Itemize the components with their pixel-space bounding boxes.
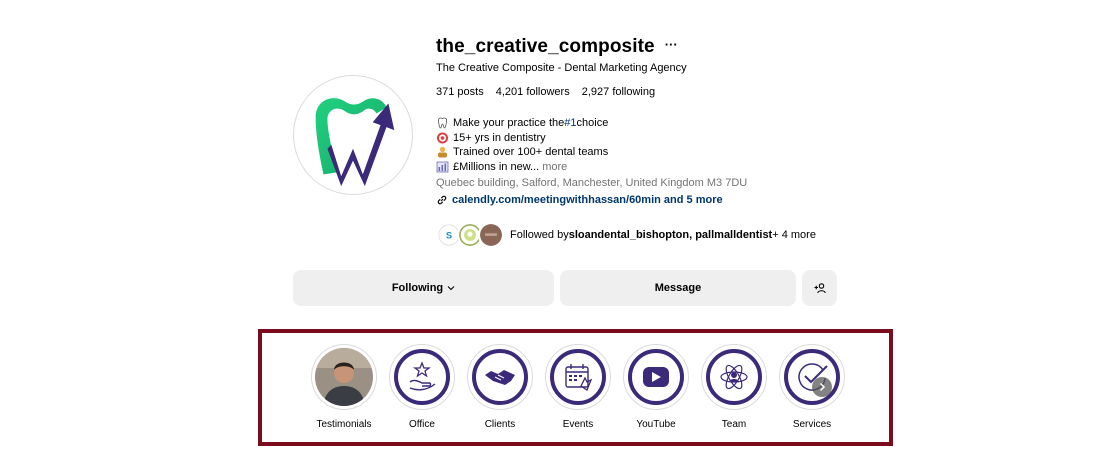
highlight-label: Events xyxy=(562,419,594,430)
bio-line-1-end: choice xyxy=(576,117,609,129)
highlight-team[interactable]: Team xyxy=(695,344,773,430)
following-button-label: Following xyxy=(391,282,444,294)
followers-count[interactable]: 4,201 followers xyxy=(496,86,570,98)
bio-line-4: £Millions in new... xyxy=(453,160,540,173)
suggest-people-button[interactable] xyxy=(802,270,837,306)
bio-line-2: 15+ yrs in dentistry xyxy=(453,131,546,144)
external-link-text: calendly.com/meetingwithhassan/60min and… xyxy=(452,194,723,206)
target-icon xyxy=(437,132,448,144)
hashtag-link[interactable]: #1 xyxy=(564,116,576,131)
ellipsis-icon[interactable]: ··· xyxy=(665,38,678,51)
bio: Make your practice the #1 choice 15+ yrs… xyxy=(436,116,608,174)
posts-count: 371 posts xyxy=(436,86,484,98)
highlight-youtube[interactable]: YouTube xyxy=(617,344,695,430)
highlight-events[interactable]: Events xyxy=(539,344,617,430)
calendar-icon xyxy=(549,348,607,406)
svg-text:S: S xyxy=(446,230,452,240)
hand-star-icon xyxy=(393,348,451,406)
highlight-testimonials[interactable]: Testimonials xyxy=(305,344,383,430)
chart-icon xyxy=(436,161,449,173)
profile-stats: 371 posts 4,201 followers 2,927 followin… xyxy=(436,86,655,98)
follower-avatar xyxy=(478,222,504,248)
highlights-next-button[interactable] xyxy=(812,377,832,397)
youtube-icon xyxy=(627,348,685,406)
bio-more-link[interactable]: more xyxy=(542,160,567,175)
message-button[interactable]: Message xyxy=(560,270,796,306)
message-button-label: Message xyxy=(654,282,702,294)
highlight-label: YouTube xyxy=(636,419,676,430)
bio-line-1: Make your practice the xyxy=(453,117,565,129)
followed-by-more: + 4 more xyxy=(772,229,816,241)
team-icon xyxy=(705,348,763,406)
person-photo xyxy=(315,348,373,406)
username: the_creative_composite xyxy=(436,36,655,57)
chevron-down-icon xyxy=(447,286,455,291)
full-name: The Creative Composite - Dental Marketin… xyxy=(436,62,687,74)
highlight-label: Services xyxy=(792,419,832,430)
profile-avatar[interactable] xyxy=(293,75,413,195)
location: Quebec building, Salford, Manchester, Un… xyxy=(436,177,748,189)
story-highlights: Testimonials Office Clients Events YouTu… xyxy=(305,344,851,430)
followed-by[interactable]: S Followed by sloandental_bishopton, pal… xyxy=(436,222,816,248)
check-badge-icon xyxy=(783,348,841,406)
following-button[interactable]: Following xyxy=(293,270,554,306)
bio-line-3: Trained over 100+ dental teams xyxy=(453,146,609,158)
highlight-label: Office xyxy=(409,419,435,430)
link-icon xyxy=(437,195,447,205)
highlight-office[interactable]: Office xyxy=(383,344,461,430)
highlight-label: Team xyxy=(721,419,747,430)
person-add-icon xyxy=(814,283,826,294)
followed-by-names[interactable]: sloandental_bishopton, pallmalldentist xyxy=(569,229,773,241)
tooth-icon xyxy=(438,117,447,129)
highlight-label: Clients xyxy=(484,419,516,430)
external-link[interactable]: calendly.com/meetingwithhassan/60min and… xyxy=(436,194,723,206)
teacher-icon xyxy=(438,147,447,158)
chevron-right-icon xyxy=(819,382,826,392)
following-count[interactable]: 2,927 following xyxy=(582,86,655,98)
highlight-clients[interactable]: Clients xyxy=(461,344,539,430)
tooth-logo-icon xyxy=(315,98,395,187)
followed-by-prefix: Followed by xyxy=(510,229,569,241)
highlight-label: Testimonials xyxy=(316,419,372,430)
handshake-icon xyxy=(471,348,529,406)
